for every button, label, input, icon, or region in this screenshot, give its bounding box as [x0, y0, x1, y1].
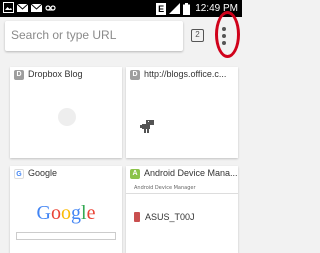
omnibox-placeholder: Search or type URL	[11, 28, 117, 42]
favicon: D	[130, 70, 140, 80]
tile-title: Google	[28, 168, 58, 178]
device-name: ASUS_T00J	[145, 212, 195, 222]
most-visited-tile[interactable]: G Google Google	[10, 166, 122, 253]
tile-thumbnail	[10, 83, 122, 158]
signal-icon	[169, 3, 181, 14]
offline-dinosaur-icon	[140, 120, 154, 133]
data-icon: E	[156, 2, 167, 15]
battery-icon	[183, 2, 191, 15]
phone-icon	[134, 212, 140, 222]
tile-header: D http://blogs.office.c...	[126, 67, 238, 83]
gallery-icon	[3, 2, 14, 13]
tile-title: http://blogs.office.c...	[144, 69, 227, 79]
most-visited-tile[interactable]: A Android Device Mana... Android Device …	[126, 166, 238, 253]
favicon: D	[14, 70, 24, 80]
page-header: Android Device Manager	[126, 182, 238, 194]
google-favicon: G	[14, 169, 24, 179]
tile-header: D Dropbox Blog	[10, 67, 122, 83]
tile-title: Android Device Mana...	[144, 168, 238, 178]
device-entry: ASUS_T00J	[134, 212, 195, 222]
tile-thumbnail	[126, 83, 238, 158]
mail-icon	[31, 3, 42, 12]
tile-header: G Google	[10, 166, 122, 182]
tile-thumbnail: Google	[10, 182, 122, 253]
omnibox[interactable]: Search or type URL	[5, 21, 183, 51]
highlight-ring	[215, 11, 240, 58]
tile-thumbnail: Android Device Manager ASUS_T00J	[126, 182, 238, 253]
most-visited-tile[interactable]: D http://blogs.office.c...	[126, 67, 238, 158]
mail-icon	[17, 3, 28, 12]
most-visited-tile[interactable]: D Dropbox Blog	[10, 67, 122, 158]
voicemail-icon	[45, 5, 56, 11]
tile-header: A Android Device Mana...	[126, 166, 238, 182]
google-logo: Google	[36, 202, 96, 224]
search-box-thumbnail	[16, 232, 116, 240]
tab-switcher-button[interactable]: 2	[191, 29, 204, 42]
favicon: A	[130, 169, 140, 179]
tile-title: Dropbox Blog	[28, 69, 83, 79]
placeholder-circle	[58, 108, 76, 126]
browser-toolbar: Search or type URL 2	[0, 17, 242, 57]
status-bar: E 12:49 PM	[0, 0, 242, 17]
